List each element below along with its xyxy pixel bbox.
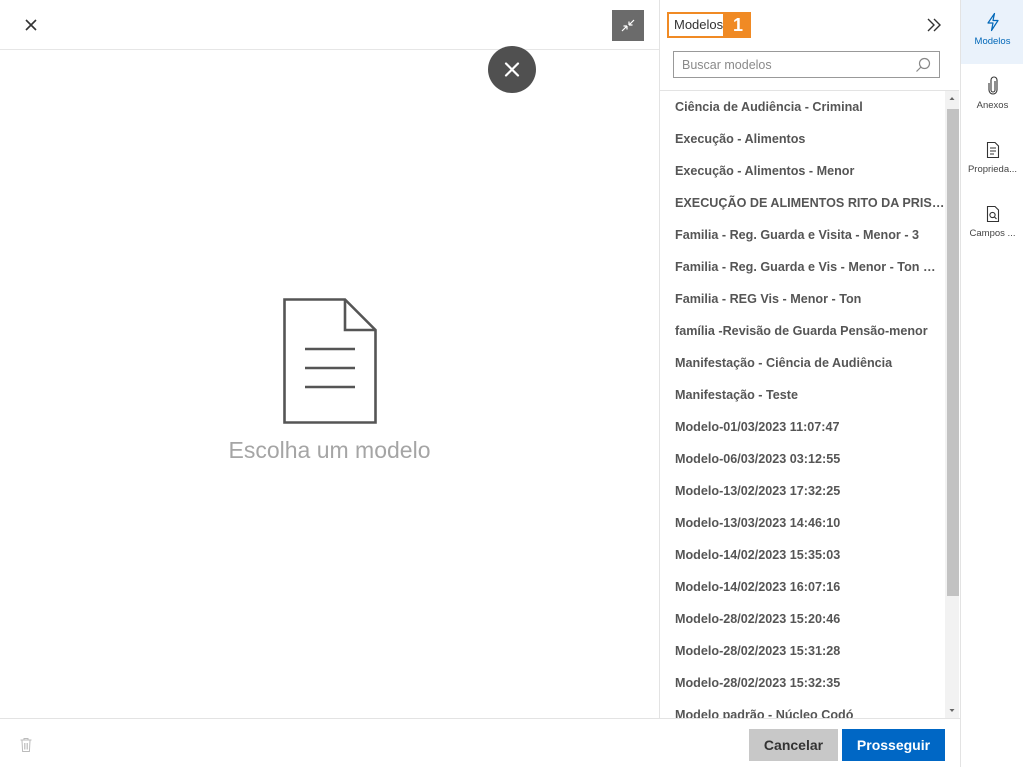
- list-item[interactable]: Modelo-28/02/2023 15:32:35: [660, 667, 945, 699]
- side-rail: Modelos Anexos Proprieda... Campos ...: [960, 0, 1023, 767]
- close-icon: [504, 62, 520, 77]
- fields-search-icon: [986, 205, 999, 223]
- list-item[interactable]: Modelo-14/02/2023 15:35:03: [660, 539, 945, 571]
- list-item[interactable]: Modelo-28/02/2023 15:31:28: [660, 635, 945, 667]
- list-item[interactable]: Execução - Alimentos: [660, 123, 945, 155]
- search-input[interactable]: [674, 52, 910, 77]
- cancel-button[interactable]: Cancelar: [749, 729, 838, 761]
- rail-item-campos[interactable]: Campos ...: [961, 192, 1023, 256]
- trash-icon[interactable]: [19, 737, 33, 753]
- list-item[interactable]: família -Revisão de Guarda Pensão-menor: [660, 315, 945, 347]
- rail-item-modelos[interactable]: Modelos: [961, 0, 1023, 64]
- rail-item-anexos[interactable]: Anexos: [961, 64, 1023, 128]
- rail-item-propriedades[interactable]: Proprieda...: [961, 128, 1023, 192]
- template-picker-dialog: Escolha um modelo Modelos 1 Ciência de A…: [0, 0, 1023, 767]
- scrollbar[interactable]: [945, 91, 959, 718]
- close-icon[interactable]: [20, 14, 42, 36]
- empty-state-message: Escolha um modelo: [228, 437, 431, 463]
- list-item[interactable]: Familia - REG Vis - Menor - Ton: [660, 283, 945, 315]
- panel-title: Modelos: [667, 12, 725, 38]
- search-icon[interactable]: [914, 56, 932, 74]
- rail-item-label: Proprieda...: [967, 164, 1018, 175]
- scroll-down-icon[interactable]: [945, 704, 959, 716]
- list-item[interactable]: Modelo-13/03/2023 14:46:10: [660, 507, 945, 539]
- rail-item-label: Campos ...: [969, 228, 1016, 239]
- models-list: Ciência de Audiência - Criminal Execução…: [660, 91, 945, 718]
- paperclip-icon: [987, 76, 998, 95]
- list-item[interactable]: EXECUÇÃO DE ALIMENTOS RITO DA PRISÃO: [660, 187, 945, 219]
- dialog-footer: Cancelar Prosseguir: [0, 718, 960, 767]
- rail-item-label: Modelos: [974, 36, 1011, 47]
- lightning-icon: [986, 12, 999, 32]
- list-item[interactable]: Familia - Reg. Guarda e Visita - Menor -…: [660, 219, 945, 251]
- list-item[interactable]: Modelo-14/02/2023 16:07:16: [660, 571, 945, 603]
- editor-area: Escolha um modelo: [0, 0, 659, 718]
- properties-icon: [986, 141, 999, 159]
- list-item[interactable]: Modelo-13/02/2023 17:32:25: [660, 475, 945, 507]
- list-item[interactable]: Modelo-01/03/2023 11:07:47: [660, 411, 945, 443]
- list-item[interactable]: Modelo-06/03/2023 03:12:55: [660, 443, 945, 475]
- list-item[interactable]: Manifestação - Ciência de Audiência: [660, 347, 945, 379]
- document-icon: [283, 298, 377, 424]
- list-item[interactable]: Manifestação - Teste: [660, 379, 945, 411]
- list-item[interactable]: Modelo-28/02/2023 15:20:46: [660, 603, 945, 635]
- list-item[interactable]: Familia - Reg. Guarda e Vis - Menor - To…: [660, 251, 945, 283]
- proceed-button[interactable]: Prosseguir: [842, 729, 945, 761]
- floating-close-button[interactable]: [488, 46, 536, 93]
- double-chevron-right-icon[interactable]: [923, 14, 945, 36]
- collapse-button[interactable]: [612, 10, 644, 41]
- search-field: [673, 51, 940, 78]
- rail-item-label: Anexos: [976, 100, 1009, 111]
- step-badge: 1: [725, 12, 751, 38]
- collapse-icon: [621, 19, 635, 32]
- list-item[interactable]: Modelo padrão - Núcleo Codó: [660, 699, 945, 718]
- scroll-up-icon[interactable]: [945, 91, 959, 103]
- scrollbar-thumb[interactable]: [947, 109, 959, 596]
- editor-toolbar: [0, 0, 659, 50]
- list-item[interactable]: Execução - Alimentos - Menor: [660, 155, 945, 187]
- models-panel: Modelos 1 Ciência de Audiência - Crimina…: [659, 0, 959, 718]
- list-item[interactable]: Ciência de Audiência - Criminal: [660, 91, 945, 123]
